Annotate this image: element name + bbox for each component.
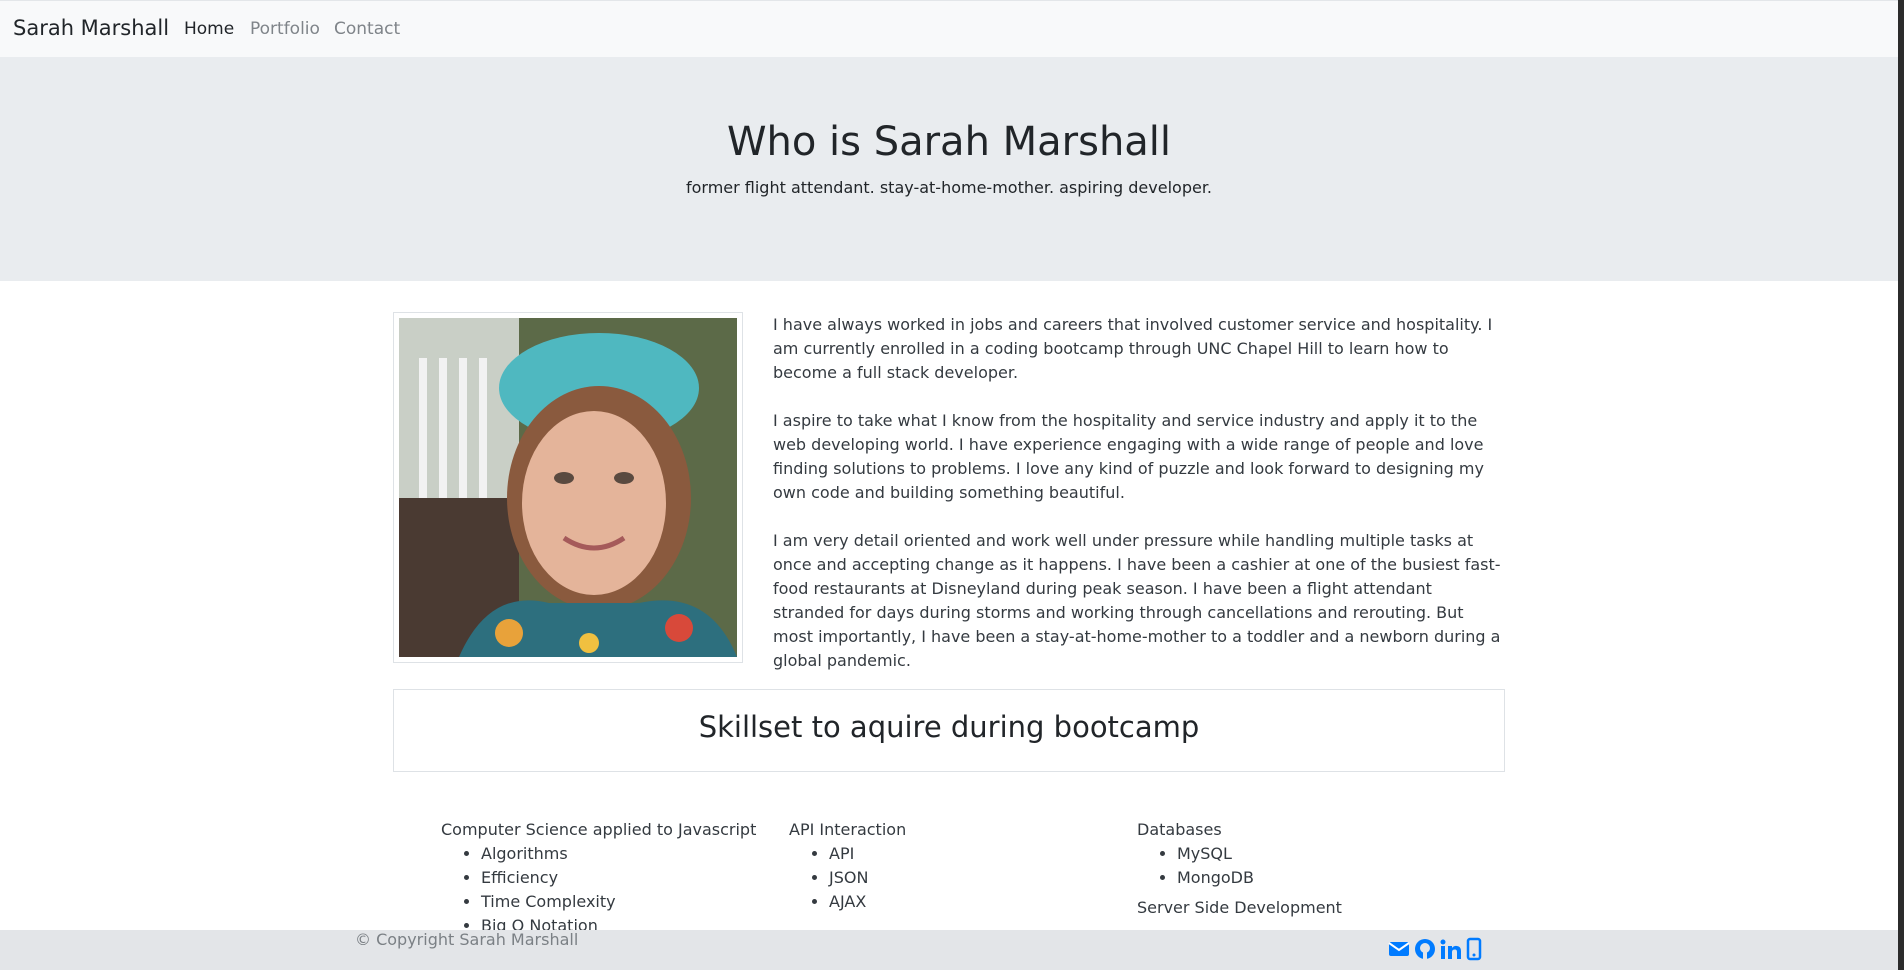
skill-column-title: Computer Science applied to Javascript — [441, 820, 757, 839]
about-paragraph: I am very detail oriented and work well … — [773, 531, 1501, 670]
about-text: I have always worked in jobs and careers… — [773, 313, 1503, 697]
skill-item: Efficiency — [481, 866, 756, 890]
nav-link-portfolio[interactable]: Portfolio — [250, 19, 320, 39]
skill-item: Algorithms — [481, 842, 756, 866]
skillset-card: Skillset to aquire during bootcamp — [393, 689, 1505, 772]
about-paragraph: I have always worked in jobs and careers… — [773, 315, 1493, 382]
nav-link-contact[interactable]: Contact — [334, 19, 400, 39]
navbar: Sarah Marshall Home Portfolio Contact — [0, 0, 1904, 57]
skill-column-cs: Computer Science applied to Javascript A… — [441, 818, 756, 938]
hero-jumbotron: Who is Sarah Marshall former flight atte… — [0, 57, 1898, 281]
about-paragraph: I aspire to take what I know from the ho… — [773, 411, 1484, 502]
skill-column-title: Server Side Development — [1137, 898, 1342, 917]
skill-column-title: API Interaction — [789, 820, 907, 839]
skill-item: MySQL — [1177, 842, 1342, 866]
hero-subtitle: former flight attendant. stay-at-home-mo… — [685, 178, 1213, 197]
footer-copyright: © Copyright Sarah Marshall — [355, 930, 579, 949]
skill-item: JSON — [829, 866, 906, 890]
linkedin-icon[interactable] — [1440, 937, 1462, 961]
skill-list: API JSON AJAX — [789, 842, 906, 914]
skill-list: Algorithms Efficiency Time Complexity Bi… — [441, 842, 756, 938]
github-icon[interactable] — [1414, 937, 1436, 961]
navbar-brand[interactable]: Sarah Marshall — [13, 16, 169, 40]
page-scrollbar[interactable] — [1898, 0, 1904, 970]
skill-column-databases: Databases MySQL MongoDB Server Side Deve… — [1137, 818, 1342, 920]
profile-photo — [399, 318, 737, 657]
skillset-heading: Skillset to aquire during bootcamp — [698, 710, 1200, 744]
skill-column-title: Databases — [1137, 820, 1222, 839]
hero-title: Who is Sarah Marshall — [726, 119, 1172, 165]
skill-item: MongoDB — [1177, 866, 1342, 890]
skill-item: Time Complexity — [481, 890, 756, 914]
mobile-phone-icon[interactable] — [1466, 937, 1482, 961]
skill-item: API — [829, 842, 906, 866]
skill-item: AJAX — [829, 890, 906, 914]
skill-column-api: API Interaction API JSON AJAX — [789, 818, 906, 914]
profile-photo-frame — [393, 312, 743, 663]
nav-link-home[interactable]: Home — [184, 19, 234, 39]
footer: © Copyright Sarah Marshall — [0, 930, 1898, 970]
footer-social-icons — [1388, 937, 1482, 963]
skill-list: MySQL MongoDB — [1137, 842, 1342, 890]
profile-photo-illustration — [399, 318, 737, 657]
envelope-icon[interactable] — [1388, 937, 1410, 961]
